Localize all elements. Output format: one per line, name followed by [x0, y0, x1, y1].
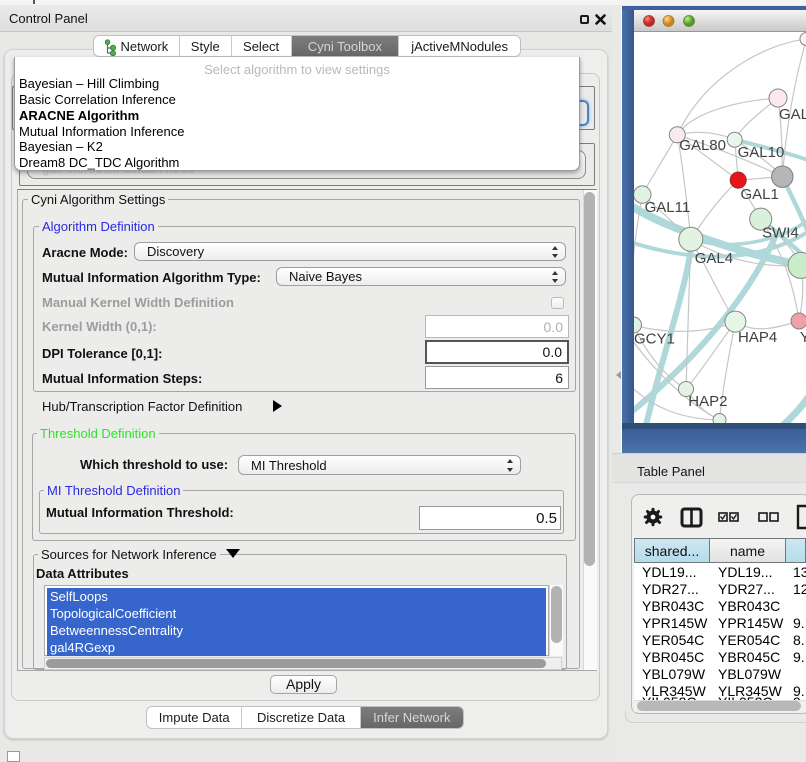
svg-text:GAL10: GAL10	[738, 144, 785, 161]
svg-text:HAP4: HAP4	[738, 329, 777, 346]
svg-text:GAL: GAL	[779, 106, 806, 123]
svg-text:GAL80: GAL80	[679, 137, 726, 154]
svg-text:GAL1: GAL1	[741, 186, 779, 203]
svg-text:GCY1: GCY1	[634, 331, 675, 348]
svg-text:GAL4: GAL4	[695, 250, 733, 267]
svg-text:Y: Y	[800, 329, 806, 346]
svg-text:HAP2: HAP2	[688, 393, 727, 410]
svg-text:GAL11: GAL11	[645, 199, 691, 216]
svg-text:SWI4: SWI4	[762, 225, 799, 242]
